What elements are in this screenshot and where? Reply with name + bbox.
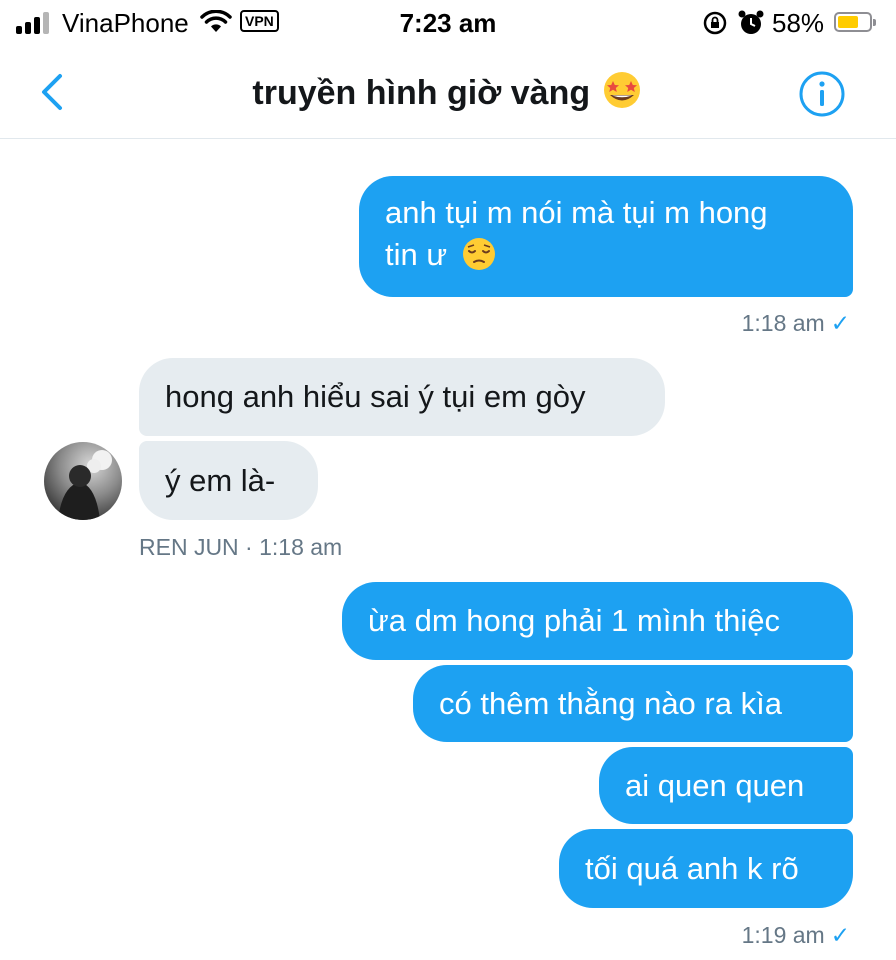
battery-percentage: 58% (772, 8, 825, 38)
avatar[interactable] (44, 442, 122, 520)
outgoing-message-text: ừa dm hong phải 1 mình thiệc (368, 603, 780, 638)
info-icon (799, 71, 845, 117)
rotation-lock-icon (702, 10, 728, 43)
outgoing-message-text: tối quá anh k rõ (585, 850, 799, 886)
incoming-message-text: ý em là- (165, 462, 276, 498)
message-timestamp: 1:19 am ✓ (742, 922, 850, 949)
status-bar: VinaPhone VPN 7:23 am 58% (0, 0, 896, 46)
star-struck-emoji-icon (600, 70, 644, 119)
incoming-message-text: hong anh hiểu sai ý tụi em gòy (165, 379, 586, 414)
timestamp-text: 1:19 am (741, 922, 825, 948)
message-line: tin ư (385, 234, 768, 282)
timestamp-text: 1:18 am (741, 310, 825, 336)
outgoing-message[interactable]: anh tụi m nói mà tụi m hong tin ư (359, 176, 853, 297)
incoming-message[interactable]: ý em là- (139, 441, 318, 520)
outgoing-message[interactable]: ai quen quen (599, 747, 853, 824)
alarm-icon (737, 9, 765, 44)
incoming-message[interactable]: hong anh hiểu sai ý tụi em gòy (139, 358, 665, 436)
message-timestamp: 1:18 am ✓ (742, 310, 850, 337)
sender-and-time: REN JUN · 1:18 am (139, 534, 343, 560)
conversation-title[interactable]: truyền hình giờ vàng (0, 70, 896, 119)
pensive-face-emoji-icon (462, 237, 496, 282)
outgoing-message[interactable]: tối quá anh k rõ (559, 829, 853, 908)
message-line: anh tụi m nói mà tụi m hong (385, 194, 768, 230)
outgoing-message[interactable]: ừa dm hong phải 1 mình thiệc (342, 582, 853, 660)
conversation-header: truyền hình giờ vàng (0, 46, 896, 139)
read-check-icon: ✓ (830, 922, 850, 948)
outgoing-message-text: ai quen quen (625, 767, 805, 803)
outgoing-message[interactable]: có thêm thằng nào ra kìa (413, 665, 853, 742)
battery-icon (834, 12, 876, 32)
conversation-title-text: truyền hình giờ vàng (252, 74, 591, 112)
outgoing-message-text: anh tụi m nói mà tụi m hong tin ư (385, 192, 768, 282)
read-check-icon: ✓ (830, 310, 850, 336)
outgoing-message-text: có thêm thằng nào ra kìa (439, 685, 782, 721)
info-button[interactable] (798, 70, 846, 118)
message-line-text: tin ư (385, 236, 448, 272)
